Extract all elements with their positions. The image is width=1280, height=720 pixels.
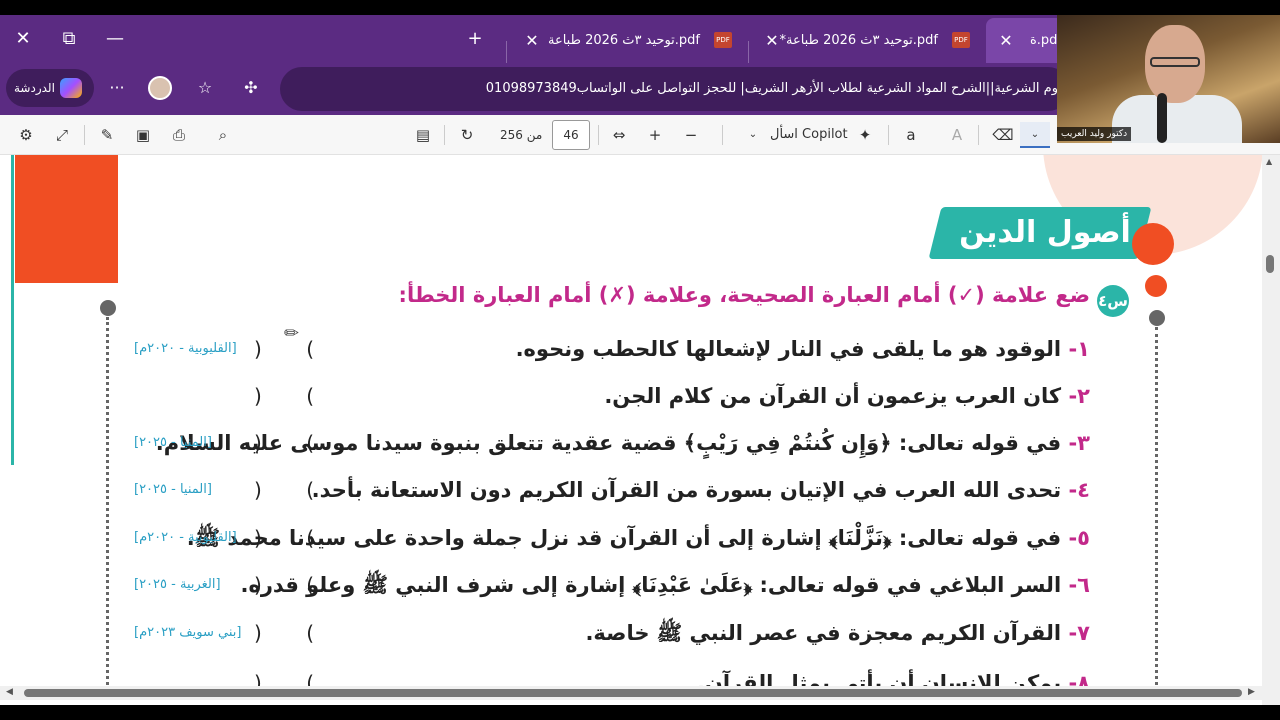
- tab-3-active[interactable]: ✕ ة.pdf: [986, 18, 1066, 63]
- extensions-icon[interactable]: ✣: [238, 75, 264, 101]
- tab-2[interactable]: ✕ *توحيد ٣ث 2026 طباعة.pdf PDF: [752, 18, 982, 63]
- toolbar-divider: [978, 125, 979, 145]
- draw-dropdown-chevron-icon[interactable]: ⌄: [1020, 122, 1050, 148]
- tab-separator: [506, 41, 507, 63]
- presenter-glasses: [1150, 57, 1200, 67]
- address-bar[interactable]: وم الشرعية||الشرح المواد الشرعية لطلاب ا…: [280, 67, 1070, 111]
- dotted-divider: [106, 317, 109, 697]
- eraser-icon[interactable]: ⌫: [990, 122, 1016, 148]
- tab-1[interactable]: ✕ توحيد ٣ث 2026 طباعة.pdf PDF: [512, 18, 744, 63]
- chat-label: الدردشة: [14, 81, 55, 95]
- copilot-icon: [60, 78, 82, 98]
- section-title: أصول الدين: [959, 215, 1131, 250]
- toolbar-divider: [84, 125, 85, 145]
- decorative-dot: [1149, 310, 1165, 326]
- decorative-orange-block: [15, 155, 118, 283]
- horizontal-scroll-thumb[interactable]: [24, 689, 1242, 697]
- scroll-up-icon[interactable]: ▲: [1266, 157, 1272, 166]
- source-label: [الغربية - ٢٠٢٥]: [134, 577, 221, 592]
- statement-row: ٧- القرآن الكريم معجزة في عصر النبي ﷺ خا…: [130, 611, 1090, 655]
- toolbar-divider: [888, 125, 889, 145]
- decorative-side-line: [11, 155, 14, 465]
- dotted-divider: [1155, 327, 1158, 697]
- new-tab-button[interactable]: +: [452, 15, 498, 63]
- scroll-right-icon[interactable]: ▶: [1248, 687, 1255, 697]
- toolbar-divider: [598, 125, 599, 145]
- source-label: [المنيا - ٢٠٢٥]: [134, 435, 212, 450]
- statement: ٢- كان العرب يزعمون أن القرآن من كلام ال…: [604, 384, 1090, 408]
- screen-frame: ✕ ⧉ — + ✕ توحيد ٣ث 2026 طباعة.pdf PDF ✕ …: [0, 0, 1280, 720]
- copilot-chat-button[interactable]: الدردشة: [6, 69, 94, 107]
- ask-copilot-button[interactable]: اسأل Copilot: [770, 115, 848, 155]
- minimize-window-icon[interactable]: —: [92, 15, 138, 63]
- favorites-star-icon[interactable]: ☆: [192, 75, 218, 101]
- pdf-page: أصول الدين س٤ ضع علامة (✓) أمام العبارة …: [0, 155, 1280, 705]
- statement-row: ١- الوقود هو ما يلقى في النار لإشعالها ك…: [130, 327, 1090, 371]
- copilot-icon[interactable]: ✦: [852, 122, 878, 148]
- tab-separator: [748, 41, 749, 63]
- statement-row: ٥- في قوله تعالى: ﴿نَزَّلْنَا﴾ إشارة إلى…: [130, 516, 1090, 560]
- statement: ٤- تحدى الله العرب في الإتيان بسورة من ا…: [311, 478, 1090, 502]
- more-icon[interactable]: ···: [104, 75, 130, 101]
- question-number-badge: س٤: [1097, 285, 1129, 317]
- zoom-in-icon[interactable]: +: [642, 122, 668, 148]
- source-label: [بني سويف ٢٠٢٣م]: [134, 625, 242, 640]
- tab-title: توحيد ٣ث 2026 طباعة.pdf: [547, 33, 700, 48]
- statement: ١- الوقود هو ما يلقى في النار لإشعالها ك…: [515, 337, 1090, 361]
- fullscreen-icon[interactable]: ⤢: [49, 122, 75, 148]
- page-number-input[interactable]: 46: [552, 120, 590, 150]
- question-heading: ضع علامة (✓) أمام العبارة الصحيحة، وعلام…: [398, 283, 1090, 307]
- tab-close-icon[interactable]: ✕: [520, 18, 544, 63]
- url-text: وم الشرعية||الشرح المواد الشرعية لطلاب ا…: [485, 81, 1058, 96]
- pdf-icon: PDF: [714, 32, 732, 48]
- statement: ٣- في قوله تعالى: ﴿وَإِن كُنتُمْ فِي رَي…: [155, 431, 1090, 455]
- statement-row: ٤- تحدى الله العرب في الإتيان بسورة من ا…: [130, 468, 1090, 512]
- rotate-icon[interactable]: ↻: [454, 122, 480, 148]
- decorative-dot: [100, 300, 116, 316]
- source-label: [المنيا - ٢٠٢٥]: [134, 482, 212, 497]
- read-aloud-icon[interactable]: A: [944, 122, 970, 148]
- search-icon[interactable]: ⌕: [210, 122, 236, 148]
- page-view-icon[interactable]: ▤: [410, 122, 436, 148]
- page-total-label: من 256: [500, 128, 543, 142]
- print-icon[interactable]: ⎙: [166, 122, 192, 148]
- profile-avatar[interactable]: [148, 76, 172, 100]
- save-icon[interactable]: ▣: [130, 122, 156, 148]
- restore-window-icon[interactable]: ⧉: [46, 15, 92, 63]
- pdf-icon: PDF: [952, 32, 970, 48]
- vertical-scroll-thumb[interactable]: [1266, 255, 1274, 273]
- statement: ٥- في قوله تعالى: ﴿نَزَّلْنَا﴾ إشارة إلى…: [186, 526, 1090, 550]
- chevron-down-icon[interactable]: ⌄: [746, 122, 760, 148]
- scroll-left-icon[interactable]: ◀: [6, 687, 13, 697]
- horizontal-scrollbar[interactable]: ◀ ▶: [0, 686, 1262, 700]
- decorative-dot: [1132, 223, 1174, 265]
- microphone: [1157, 93, 1167, 143]
- statement: ٧- القرآن الكريم معجزة في عصر النبي ﷺ خا…: [585, 621, 1090, 645]
- presenter-name-tag: دكتور وليد العريب: [1057, 127, 1132, 141]
- toolbar-divider: [722, 125, 723, 145]
- translate-icon[interactable]: a: [898, 122, 924, 148]
- save-as-icon[interactable]: ✎: [94, 122, 120, 148]
- webcam-overlay: دكتور وليد العريب: [1057, 15, 1280, 143]
- vertical-scrollbar[interactable]: ▲: [1262, 155, 1280, 705]
- statement-row: ٣- في قوله تعالى: ﴿وَإِن كُنتُمْ فِي رَي…: [130, 421, 1090, 465]
- source-label: [القليوبية - ٢٠٢٠م]: [134, 530, 237, 545]
- decorative-dot: [1145, 275, 1167, 297]
- tab-title: *توحيد ٣ث 2026 طباعة.pdf: [779, 33, 938, 48]
- statement-row: ٢- كان العرب يزعمون أن القرآن من كلام ال…: [130, 374, 1090, 418]
- source-label: [القليوبية - ٢٠٢٠م]: [134, 341, 237, 356]
- tab-close-icon[interactable]: ✕: [994, 18, 1018, 63]
- zoom-out-icon[interactable]: −: [678, 122, 704, 148]
- settings-gear-icon[interactable]: ⚙: [13, 122, 39, 148]
- fit-width-icon[interactable]: ⇔: [606, 122, 632, 148]
- statement-row: ٦- السر البلاغي في قوله تعالى: ﴿عَلَىٰ ع…: [130, 563, 1090, 607]
- statement: ٦- السر البلاغي في قوله تعالى: ﴿عَلَىٰ ع…: [240, 573, 1090, 597]
- close-window-icon[interactable]: ✕: [0, 15, 46, 63]
- toolbar-divider: [444, 125, 445, 145]
